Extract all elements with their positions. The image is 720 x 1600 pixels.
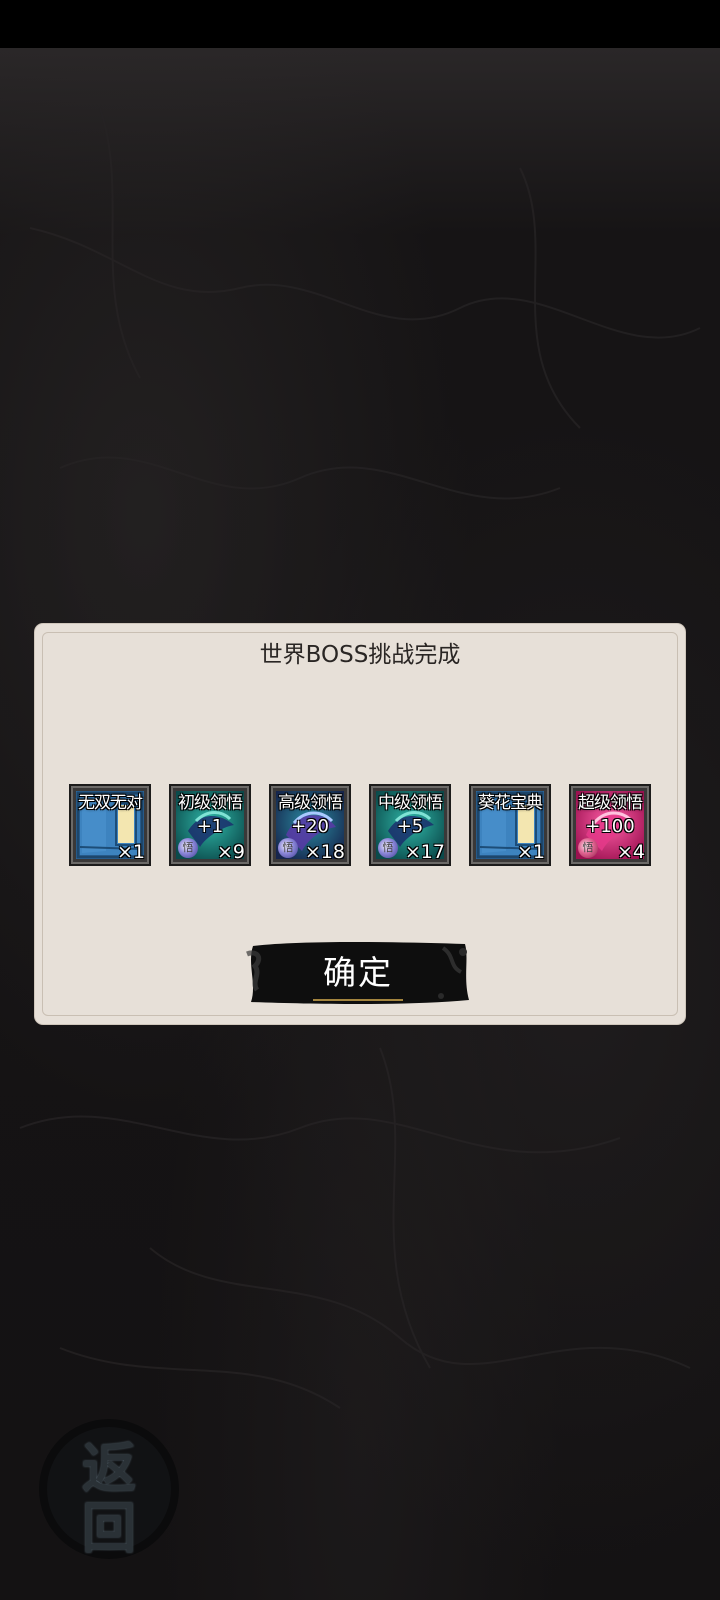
reward-item-count: ×17: [404, 841, 445, 863]
status-bar: [0, 0, 720, 48]
reward-item-count: ×1: [116, 841, 145, 863]
confirm-button[interactable]: 确定: [243, 938, 473, 1008]
reward-item-name: 高级领悟: [278, 793, 343, 813]
reward-item-bonus: +1: [196, 816, 224, 837]
reward-item-count: ×4: [616, 841, 645, 863]
reward-item-name: 无双无对: [78, 793, 143, 813]
reward-item-bonus: +5: [396, 816, 424, 837]
insight-orb-icon: 悟: [178, 838, 198, 858]
reward-item[interactable]: 无双无对 ×1: [69, 784, 151, 866]
reward-item-count: ×1: [516, 841, 545, 863]
reward-item[interactable]: 悟 中级领悟 +5 ×17: [369, 784, 451, 866]
back-button[interactable]: 返 回: [36, 1416, 182, 1562]
insight-orb-icon: 悟: [578, 838, 598, 858]
reward-item-count: ×18: [304, 841, 345, 863]
reward-item[interactable]: 葵花宝典 ×1: [469, 784, 551, 866]
reward-item-bonus: +20: [291, 816, 329, 837]
insight-orb-icon: 悟: [378, 838, 398, 858]
reward-item-name: 中级领悟: [378, 793, 443, 813]
reward-item-bonus: +100: [585, 816, 635, 837]
reward-item-count: ×9: [216, 841, 245, 863]
confirm-button-label: 确定: [323, 953, 393, 992]
dialog-title: 世界BOSS挑战完成: [259, 642, 461, 668]
reward-item[interactable]: 悟 超级领悟 +100 ×4: [569, 784, 651, 866]
reward-item[interactable]: 悟 初级领悟 +1 ×9: [169, 784, 251, 866]
reward-item-name: 葵花宝典: [478, 793, 543, 813]
insight-orb-icon: 悟: [278, 838, 298, 858]
reward-item[interactable]: 悟 高级领悟 +20 ×18: [269, 784, 351, 866]
reward-item-name: 超级领悟: [578, 793, 643, 813]
reward-dialog: 世界BOSS挑战完成 无双无对 ×1 悟 初级领悟 +1 ×9 悟 高级领悟 +…: [35, 624, 685, 1024]
back-button-char: 回: [82, 1496, 136, 1560]
reward-item-name: 初级领悟: [178, 793, 243, 813]
reward-list: 无双无对 ×1 悟 初级领悟 +1 ×9 悟 高级领悟 +20 ×18 悟 中级…: [69, 784, 659, 868]
